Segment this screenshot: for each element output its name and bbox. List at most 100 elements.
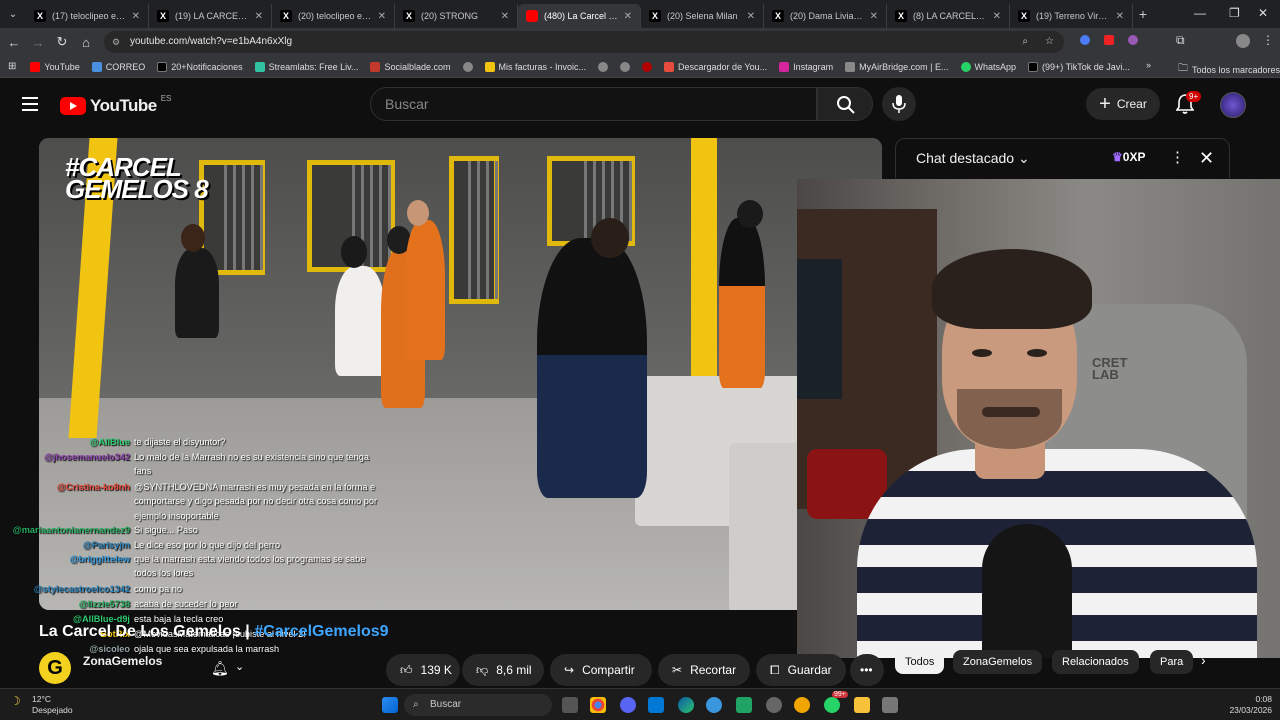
close-icon[interactable]: ✕ (1116, 11, 1124, 22)
steam-icon[interactable] (766, 697, 782, 713)
task-view-icon[interactable] (562, 697, 578, 713)
chat-username[interactable]: @Parisyjm (83, 538, 130, 552)
bookmark-item[interactable]: Socialblade.com (370, 61, 451, 72)
minimize-icon[interactable]: — (1194, 6, 1206, 20)
tab-search-icon[interactable]: ⌄ (0, 9, 26, 20)
browser-tab[interactable]: X (17) teloclipeo en X ✕ (26, 4, 149, 28)
search-input[interactable]: Buscar (370, 87, 817, 121)
youtube-logo[interactable]: YouTube ES (60, 94, 171, 116)
forward-icon[interactable]: → (26, 35, 50, 50)
close-icon[interactable]: ✕ (255, 11, 263, 22)
system-clock[interactable]: 0:08 23/03/2026 (1229, 694, 1272, 716)
close-icon[interactable]: ✕ (870, 11, 878, 22)
zoom-icon[interactable]: ⌕ (1022, 31, 1028, 53)
bookmark-item[interactable] (598, 61, 609, 72)
close-icon[interactable]: ✕ (993, 11, 1001, 22)
close-icon[interactable]: ✕ (378, 11, 386, 22)
browser-tab[interactable]: X(8) LA CARCEL DE LO✕ (887, 4, 1010, 28)
bookmark-item[interactable] (642, 61, 653, 72)
save-button[interactable]: ⧠ Guardar (756, 654, 846, 686)
close-icon[interactable]: ✕ (501, 11, 509, 22)
extensions-icon[interactable]: ⧉ (1176, 33, 1185, 48)
chat-username[interactable]: @AllBlue (89, 435, 130, 449)
chat-more-icon[interactable]: ⋮ (1170, 148, 1185, 166)
share-button[interactable]: ↪ Compartir (550, 654, 652, 686)
chat-username[interactable]: @stylecastroelco1342 (34, 582, 130, 596)
clip-button[interactable]: ✂ Recortar (658, 654, 750, 686)
close-icon[interactable]: ✕ (624, 11, 632, 22)
chip-todos[interactable]: Todos (895, 650, 945, 674)
more-actions-button[interactable]: ••• (850, 654, 884, 686)
reload-icon[interactable]: ↻ (50, 34, 74, 50)
chevron-down-icon[interactable]: ⌄ (235, 660, 244, 673)
extension-icon[interactable] (1080, 35, 1090, 45)
bookmark-item[interactable]: 20+Notificaciones (157, 61, 243, 72)
chip-relacionados[interactable]: Relacionados (1052, 650, 1139, 674)
dislike-button[interactable]: 👎︎ 8,6 mil (462, 654, 544, 686)
edge-icon[interactable] (678, 697, 694, 713)
chip-zonagemelos[interactable]: ZonaGemelos (953, 650, 1043, 674)
restore-icon[interactable]: ❐ (1229, 6, 1240, 20)
hashtag-link[interactable]: #CarcelGemelos9 (254, 623, 388, 640)
chevron-right-icon[interactable]: › (1201, 652, 1206, 668)
chat-username[interactable]: @mariaantonianernandez9 (13, 523, 130, 537)
extension-icon[interactable] (1128, 35, 1138, 45)
channel-name[interactable]: ZonaGemelos (83, 654, 162, 668)
close-chat-icon[interactable]: ✕ (1199, 148, 1214, 169)
home-icon[interactable]: ⌂ (74, 35, 98, 50)
search-button[interactable] (817, 87, 873, 121)
weather-widget[interactable]: ☽ 12°C Despejado (10, 694, 73, 716)
voice-search-button[interactable] (882, 87, 916, 121)
taskbar-search[interactable]: ⌕ Buscar (404, 694, 552, 716)
close-icon[interactable]: ✕ (132, 11, 140, 22)
bookmark-item[interactable]: Mis facturas - Invoic... (484, 61, 586, 72)
browser-tab[interactable]: X(19) LA CARCEL DE LO✕ (149, 4, 272, 28)
close-icon[interactable]: ✕ (747, 11, 755, 22)
spreadsheet-icon[interactable] (736, 697, 752, 713)
profile-avatar[interactable] (1236, 34, 1250, 48)
chat-username[interactable]: @jhosemanuelo342 (44, 450, 130, 464)
channel-avatar[interactable]: G (39, 652, 71, 684)
bookmark-item[interactable]: YouTube (30, 61, 80, 72)
discord-icon[interactable] (620, 697, 636, 713)
bookmark-item[interactable] (620, 61, 631, 72)
menu-icon[interactable] (22, 97, 38, 115)
browser-tab[interactable]: X (19) Terreno Viral en ✕ (1010, 4, 1133, 28)
chat-username[interactable]: @lizzie5738 (79, 597, 130, 611)
extension-icon[interactable] (1104, 35, 1114, 45)
app-icon[interactable] (794, 697, 810, 713)
chip-para[interactable]: Para (1150, 650, 1194, 674)
window-close-icon[interactable]: ✕ (1258, 6, 1268, 20)
mail-icon[interactable] (648, 697, 664, 713)
url-field[interactable]: ⚙ youtube.com/watch?v=e1bA4n6xXlg ⌕ ☆ (104, 31, 1064, 53)
browser-tab[interactable]: X (20) teloclipeo en X ✕ (272, 4, 395, 28)
more-bookmarks-icon[interactable]: » (1146, 60, 1151, 70)
new-tab-button[interactable]: + (1133, 6, 1153, 22)
back-icon[interactable]: ← (2, 35, 26, 50)
account-avatar[interactable] (1220, 92, 1246, 118)
notification-bell-icon[interactable]: 🔔︎ (211, 660, 229, 677)
site-info-icon[interactable]: ⚙ (112, 31, 120, 53)
like-button[interactable]: 👍︎ 139 K (386, 654, 460, 686)
create-button[interactable]: + Crear (1086, 88, 1160, 120)
bookmark-item[interactable]: Descargador de You... (664, 61, 767, 72)
browser-menu-icon[interactable]: ⋮ (1262, 33, 1274, 47)
chrome-icon[interactable] (590, 697, 606, 713)
file-explorer-icon[interactable] (854, 697, 870, 713)
app-icon[interactable] (882, 697, 898, 713)
chat-mode-dropdown[interactable]: Chat destacado ⌄ (916, 150, 1030, 167)
app-icon[interactable] (706, 697, 722, 713)
chat-username[interactable]: @Cristina-ko8nh (57, 480, 130, 494)
whatsapp-icon[interactable] (824, 697, 840, 713)
bookmark-item[interactable]: WhatsApp (960, 61, 1016, 72)
bookmark-item[interactable]: (99+) TikTok de Javi... (1028, 61, 1130, 72)
xp-counter[interactable]: ♛0XP (1112, 150, 1145, 164)
browser-tab[interactable]: X(20) Dama Livia en X✕ (764, 4, 887, 28)
bookmark-item[interactable] (462, 61, 473, 72)
bookmark-item[interactable]: MyAirBridge.com | E... (845, 61, 949, 72)
chat-username[interactable]: @briggittelew (69, 552, 130, 566)
bookmark-star-icon[interactable]: ☆ (1045, 31, 1054, 53)
windows-start-icon[interactable] (382, 697, 398, 713)
apps-grid-icon[interactable]: ⊞ (8, 61, 16, 72)
browser-tab-active[interactable]: (480) La Carcel De ✕ (518, 4, 641, 28)
